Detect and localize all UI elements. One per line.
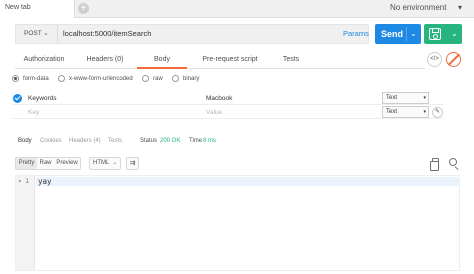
form-row: Key Value Text ▾ ✎ [12, 106, 444, 119]
tab-headers[interactable]: Headers (0) [73, 51, 137, 69]
type-label: Text [386, 109, 398, 115]
view-mode-toggle: Pretty Raw Preview [15, 157, 81, 170]
row-enabled-checkbox[interactable] [13, 94, 22, 103]
radio-dot[interactable] [12, 75, 19, 82]
radio-label: raw [153, 76, 163, 82]
type-label: Text [386, 95, 398, 101]
response-tab-tests[interactable]: Tests [108, 136, 122, 146]
add-tab-icon[interactable]: + [78, 3, 89, 14]
line-number-text: 1 [25, 178, 29, 185]
time-value: 8 ms [203, 138, 217, 144]
line-number: ▾ 1 [18, 178, 29, 185]
view-raw-button[interactable]: Raw [37, 158, 54, 169]
code-text: yay [38, 177, 52, 186]
send-button[interactable]: Send ⌄ [375, 24, 421, 44]
url-bar: POST ⌄ localhost:5000/itemSearch Params [15, 24, 369, 44]
format-label: HTML [93, 160, 110, 166]
time-label: Time [189, 138, 203, 144]
type-select[interactable]: Text ▾ [382, 92, 429, 104]
edit-icon[interactable]: ✎ [432, 107, 443, 118]
tab-body[interactable]: Body [137, 51, 187, 69]
copy-icon[interactable] [430, 158, 439, 171]
request-tab[interactable]: New tab [0, 0, 75, 18]
postman-window: New tab + No environment ▾ POST ⌄ localh… [0, 0, 474, 274]
fold-icon[interactable]: ▾ [18, 178, 22, 185]
cancel-icon[interactable] [446, 52, 461, 67]
radio-label: x-www-form-urlencoded [69, 76, 133, 82]
response-tabs: Body Cookies Headers (4) Tests Status 20… [12, 136, 252, 146]
view-preview-button[interactable]: Preview [54, 158, 80, 169]
method-label: POST [24, 30, 42, 37]
tab-pre-request-script[interactable]: Pre-request script [187, 51, 273, 69]
radio-label: form-data [23, 76, 49, 82]
wrap-lines-icon[interactable]: ⇉ [126, 157, 139, 170]
search-icon[interactable] [449, 158, 457, 166]
format-select[interactable]: HTML ⌄ [89, 157, 121, 170]
response-tab-body[interactable]: Body [18, 136, 32, 146]
radio-label: binary [183, 76, 200, 82]
tab-strip: New tab + No environment ▾ [0, 0, 474, 18]
url-input[interactable]: localhost:5000/itemSearch [63, 25, 151, 43]
save-button[interactable]: ⌄ [424, 24, 462, 44]
code-line: yay [36, 177, 460, 186]
save-icon [429, 28, 441, 40]
key-field-placeholder[interactable]: Key [28, 106, 39, 119]
radio-dot[interactable] [172, 75, 179, 82]
type-select[interactable]: Text ▾ [382, 106, 429, 118]
response-tab-cookies[interactable]: Cookies [40, 136, 62, 146]
radio-dot[interactable] [58, 75, 65, 82]
chevron-down-icon[interactable]: ⌄ [43, 25, 49, 43]
chevron-down-icon: ▾ [423, 109, 426, 115]
body-type-radios: form-data x-www-form-urlencoded raw bina… [12, 74, 312, 84]
response-tab-headers[interactable]: Headers (4) [69, 136, 101, 146]
form-row: Keywords Macbook Text ▾ [12, 92, 444, 105]
view-pretty-button[interactable]: Pretty [16, 158, 37, 169]
request-tabs: Authorization Headers (0) Body Pre-reque… [15, 51, 425, 69]
status-label: Status [140, 138, 158, 144]
radio-dot[interactable] [142, 75, 149, 82]
tab-authorization[interactable]: Authorization [15, 51, 73, 69]
chevron-down-icon[interactable]: ▾ [458, 3, 462, 12]
code-icon[interactable]: </> [427, 52, 442, 67]
value-field[interactable]: Macbook [206, 92, 232, 105]
method-select[interactable]: POST [16, 25, 58, 43]
chevron-down-icon[interactable]: ⌄ [451, 24, 458, 44]
send-label: Send [381, 29, 404, 39]
status-value: 200 OK [160, 138, 181, 144]
params-button[interactable]: Params [343, 25, 369, 43]
send-divider [406, 27, 407, 41]
line-gutter: ▾ 1 [16, 176, 35, 270]
response-body-editor[interactable]: ▾ 1 yay [15, 175, 460, 271]
environment-select[interactable]: No environment [390, 3, 446, 12]
chevron-down-icon: ⌄ [112, 160, 117, 166]
key-field[interactable]: Keywords [28, 92, 57, 105]
chevron-down-icon[interactable]: ⌄ [410, 24, 417, 44]
value-field-placeholder[interactable]: Value [206, 106, 222, 119]
tab-tests[interactable]: Tests [273, 51, 309, 69]
chevron-down-icon: ▾ [423, 95, 426, 101]
request-tab-label: New tab [5, 4, 31, 11]
